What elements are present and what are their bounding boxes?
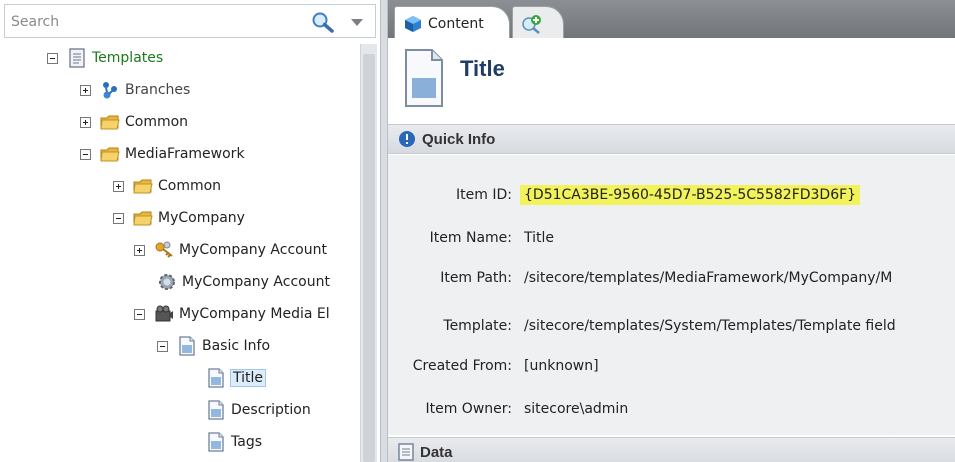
item-header: Title [388, 42, 955, 124]
content-editor-window: Templates Branches Common MediaFramework Com… [0, 0, 955, 462]
quick-info-header[interactable]: Quick Info [388, 124, 955, 154]
content-tree: Templates Branches Common MediaFramework Com… [0, 44, 360, 462]
add-tab-icon [522, 14, 541, 34]
gear-icon [157, 272, 177, 292]
collapse-icon[interactable] [80, 148, 91, 160]
tree-item-label: Description [231, 402, 311, 418]
tree-item-branches[interactable]: Branches [80, 78, 190, 102]
search-bar [4, 4, 376, 38]
tree-scrollbar-thumb[interactable] [363, 54, 375, 462]
tree-item-label: Common [125, 114, 189, 130]
tree-item-label: Common [158, 178, 222, 194]
qi-label: Item Name: [429, 230, 512, 246]
tree-item-description[interactable]: Description [206, 398, 311, 422]
document-icon [206, 400, 226, 420]
qi-label: Item Path: [440, 270, 512, 286]
template-icon [67, 48, 87, 68]
tree-item-label: Templates [92, 50, 164, 66]
item-name-value: Title [524, 230, 555, 246]
expand-icon[interactable] [80, 116, 91, 128]
item-title: Title [460, 56, 505, 81]
expand-icon[interactable] [113, 180, 124, 192]
pane-splitter[interactable] [380, 0, 388, 462]
tree-item-common[interactable]: Common [113, 174, 221, 198]
quick-info-title: Quick Info [422, 130, 496, 148]
item-owner-value: sitecore\admin [524, 401, 629, 417]
search-icon[interactable] [311, 11, 335, 33]
tree-item-label: Branches [125, 82, 191, 98]
collapse-icon[interactable] [47, 52, 58, 64]
tree-item-label: MyCompany Account [182, 274, 330, 290]
folder-icon [133, 176, 153, 196]
document-icon [405, 49, 443, 107]
cube-icon [405, 15, 421, 32]
quick-info-row-item-name: Item Name: Title [388, 224, 955, 252]
tree-item-title[interactable]: Title [206, 366, 267, 390]
tree-item-tags[interactable]: Tags [206, 430, 262, 454]
chevron-down-icon[interactable] [350, 16, 364, 28]
quick-info-row-item-id: Item ID: {D51CA3BE-9560-45D7-B525-5C5582… [388, 181, 955, 209]
item-path-value[interactable]: /sitecore/templates/MediaFramework/MyCom… [524, 270, 892, 286]
quick-info-row-created-from: Created From: [unknown] [388, 352, 955, 380]
tree-item-mycompany-media-el[interactable]: MyCompany Media El [134, 302, 330, 326]
tree-item-label: MyCompany Account [179, 242, 327, 258]
tree-item-label: Tags [231, 434, 262, 450]
content-tree-pane: Templates Branches Common MediaFramework Com… [0, 0, 380, 462]
folder-icon [100, 112, 120, 132]
template-value[interactable]: /sitecore/templates/System/Templates/Tem… [524, 318, 896, 334]
add-tab-button[interactable] [512, 6, 564, 40]
tree-item-label: MyCompany [158, 210, 245, 226]
tree-scrollbar[interactable] [360, 44, 377, 462]
qi-label: Created From: [412, 358, 512, 374]
data-section-icon [398, 443, 414, 461]
qi-label: Template: [443, 318, 512, 334]
qi-label: Item ID: [456, 187, 512, 203]
tree-item-label: MyCompany Media El [179, 306, 330, 322]
tree-item-common[interactable]: Common [80, 110, 188, 134]
tree-item-label: Basic Info [202, 338, 271, 354]
media-icon [154, 304, 174, 324]
document-icon [177, 336, 197, 356]
qi-label: Item Owner: [425, 401, 512, 417]
tree-item-basic-info[interactable]: Basic Info [157, 334, 270, 358]
created-from-value: [unknown] [524, 358, 599, 374]
tree-item-label: Title [229, 369, 267, 387]
document-icon [206, 432, 226, 452]
collapse-icon[interactable] [134, 308, 145, 320]
collapse-icon[interactable] [157, 340, 168, 352]
quick-info-body: Item ID: {D51CA3BE-9560-45D7-B525-5C5582… [388, 155, 955, 435]
tree-item-mycompany-account[interactable]: MyCompany Account [157, 270, 330, 294]
tree-item-mycompany[interactable]: MyCompany [113, 206, 245, 230]
editor-tabstrip: Content [388, 0, 955, 42]
quick-info-row-template: Template: /sitecore/templates/System/Tem… [388, 312, 955, 340]
tree-item-label: MediaFramework [125, 146, 245, 162]
quick-info-row-item-path: Item Path: /sitecore/templates/MediaFram… [388, 264, 955, 292]
folder-icon [100, 144, 120, 164]
tab-content-label: Content [428, 15, 484, 32]
quick-info-row-item-owner: Item Owner: sitecore\admin [388, 395, 955, 423]
expand-icon[interactable] [134, 244, 145, 256]
branches-icon [100, 80, 120, 100]
info-icon [399, 131, 415, 147]
collapse-icon[interactable] [113, 212, 124, 224]
keys-icon [154, 240, 174, 260]
data-section-title: Data [420, 443, 453, 461]
data-section-header[interactable]: Data [388, 437, 955, 462]
tab-content[interactable]: Content [394, 6, 510, 40]
search-input[interactable] [11, 11, 301, 33]
item-editor-pane: Content Title Quick Info Item ID: {D51CA… [388, 0, 955, 462]
tree-item-mycompany-account[interactable]: MyCompany Account [134, 238, 327, 262]
expand-icon[interactable] [80, 84, 91, 96]
document-icon [206, 368, 226, 388]
item-id-value[interactable]: {D51CA3BE-9560-45D7-B525-5C5582FD3D6F} [520, 185, 861, 205]
folder-icon [133, 208, 153, 228]
tree-item-templates[interactable]: Templates [47, 46, 163, 70]
tree-item-mediaframework[interactable]: MediaFramework [80, 142, 245, 166]
